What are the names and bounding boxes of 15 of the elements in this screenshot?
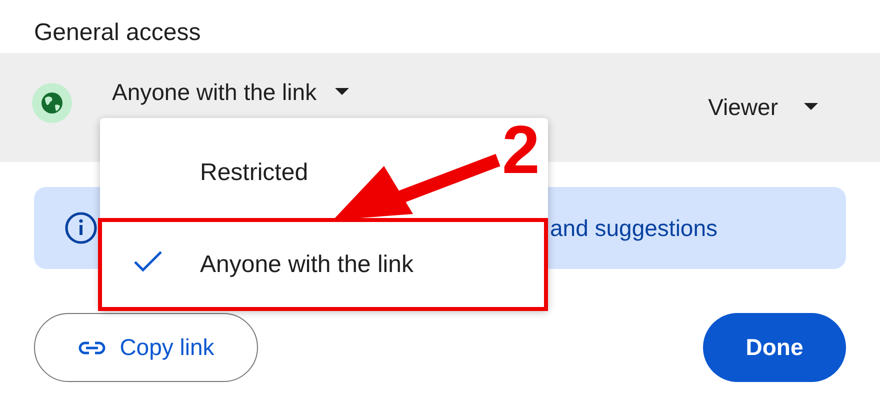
menu-item[interactable]: Restricted <box>104 118 498 218</box>
step-number: 2 <box>502 111 540 190</box>
access-dropdown[interactable]: Anyone with the link <box>112 75 349 109</box>
caret-icon <box>804 103 818 111</box>
role-dropdown[interactable]: Viewer <box>708 90 818 124</box>
banner-text: and suggestions <box>550 214 718 242</box>
globe-icon <box>32 83 72 123</box>
done-button[interactable]: Done <box>703 313 846 382</box>
caret-icon <box>334 88 349 96</box>
section-heading: General access <box>33 18 202 48</box>
copy-link-button[interactable]: Copy link <box>34 313 258 382</box>
link-icon <box>78 340 106 354</box>
info-icon <box>64 211 98 245</box>
menu-item[interactable]: Anyone with the link <box>98 218 548 311</box>
check-icon <box>133 250 163 272</box>
